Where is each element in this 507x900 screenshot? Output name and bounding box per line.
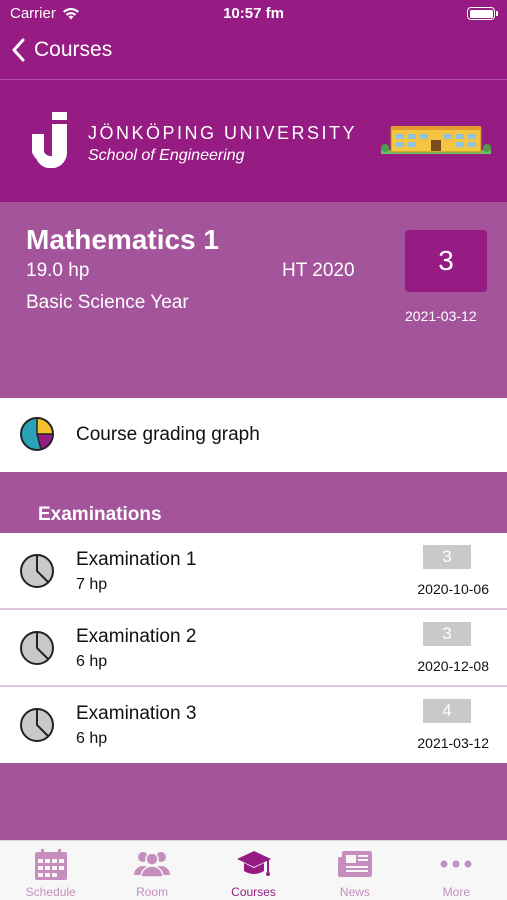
tab-label: News	[339, 885, 370, 899]
course-credits: 19.0 hp	[26, 260, 90, 281]
exam-pie-icon	[20, 631, 54, 665]
exam-row[interactable]: Examination 2 6 hp 3 2020-12-08	[0, 610, 507, 686]
more-dots-icon	[440, 860, 472, 868]
course-term: HT 2020	[282, 260, 355, 281]
exam-date: 2020-12-08	[417, 658, 489, 674]
school-name: School of Engineering	[88, 147, 245, 164]
tab-label: Schedule	[25, 885, 76, 899]
course-grading-graph-row[interactable]: Course grading graph	[0, 398, 507, 472]
university-logo-icon	[32, 112, 68, 168]
back-label: Courses	[34, 38, 113, 61]
exam-pie-icon	[20, 708, 54, 742]
exam-grade-badge: 3	[423, 622, 471, 646]
exam-row[interactable]: Examination 1 7 hp 3 2020-10-06	[0, 533, 507, 609]
status-bar: Carrier 10:57 fm	[0, 0, 507, 28]
exam-date: 2020-10-06	[417, 581, 489, 597]
exam-row[interactable]: Examination 3 6 hp 4 2021-03-12	[0, 687, 507, 763]
chevron-left-icon	[12, 38, 25, 62]
back-button[interactable]: Courses	[12, 38, 112, 62]
course-header: Mathematics 1 19.0 hp HT 2020 Basic Scie…	[0, 202, 507, 398]
tab-bar: Schedule Room Courses News More	[0, 840, 507, 900]
exam-grade-badge: 3	[423, 545, 471, 569]
tab-news[interactable]: News	[304, 841, 405, 900]
exam-grade-badge: 4	[423, 699, 471, 723]
university-name: JÖNKÖPING UNIVERSITY	[88, 123, 358, 143]
graduation-cap-icon	[236, 851, 271, 876]
people-icon	[134, 852, 171, 877]
tab-schedule[interactable]: Schedule	[0, 841, 101, 900]
course-program: Basic Science Year	[26, 292, 189, 313]
examinations-title: Examinations	[38, 504, 162, 525]
university-banner: JÖNKÖPING UNIVERSITY School of Engineeri…	[0, 80, 507, 202]
newspaper-icon	[337, 851, 372, 877]
tab-more[interactable]: More	[406, 841, 507, 900]
course-grade-badge: 3	[405, 230, 487, 292]
tab-label: Room	[136, 885, 169, 899]
examinations-section-header: Examinations	[0, 472, 507, 533]
course-name: Mathematics 1	[26, 224, 219, 255]
school-building-icon	[381, 126, 491, 154]
pie-chart-icon	[20, 417, 54, 451]
exam-name: Examination 3	[76, 703, 197, 724]
exam-name: Examination 2	[76, 626, 197, 647]
exam-pie-icon	[20, 554, 54, 588]
exam-credits: 6 hp	[76, 730, 108, 747]
exam-name: Examination 1	[76, 549, 197, 570]
exam-credits: 6 hp	[76, 653, 108, 670]
exam-credits: 7 hp	[76, 576, 108, 593]
exam-date: 2021-03-12	[417, 735, 489, 751]
battery-icon	[467, 7, 498, 20]
top-bar: Carrier 10:57 fm Courses	[0, 0, 507, 80]
grading-graph-label: Course grading graph	[76, 424, 260, 445]
tab-label: More	[442, 885, 470, 899]
tab-room[interactable]: Room	[101, 841, 202, 900]
tab-courses[interactable]: Courses	[203, 841, 304, 900]
calendar-icon	[34, 849, 67, 880]
course-grade-date: 2021-03-12	[405, 308, 477, 324]
status-time: 10:57 fm	[223, 5, 284, 22]
tab-label: Courses	[231, 885, 276, 899]
